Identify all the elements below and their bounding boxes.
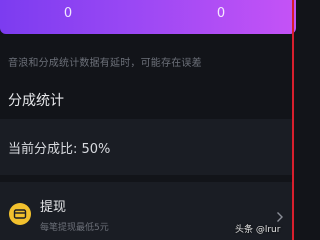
delay-notice: 音浪和分成统计数据有延时，可能存在误差 bbox=[8, 58, 202, 69]
stat-value-1: 0 bbox=[63, 6, 73, 21]
wallet-icon bbox=[9, 203, 31, 225]
withdraw-title: 提现 bbox=[40, 200, 67, 215]
stat-value-2: 0 bbox=[216, 6, 226, 21]
chevron-right-icon bbox=[276, 208, 284, 222]
withdraw-subtitle: 每笔提现最低5元 bbox=[40, 223, 109, 233]
red-divider-line bbox=[292, 0, 294, 240]
share-ratio-text: 当前分成比: 50% bbox=[8, 142, 111, 157]
share-ratio-row: 当前分成比: 50% bbox=[0, 119, 292, 175]
stats-card: 0 0 bbox=[0, 0, 296, 34]
watermark: 头条 @lrur bbox=[235, 225, 281, 235]
section-title: 分成统计 bbox=[8, 93, 64, 109]
